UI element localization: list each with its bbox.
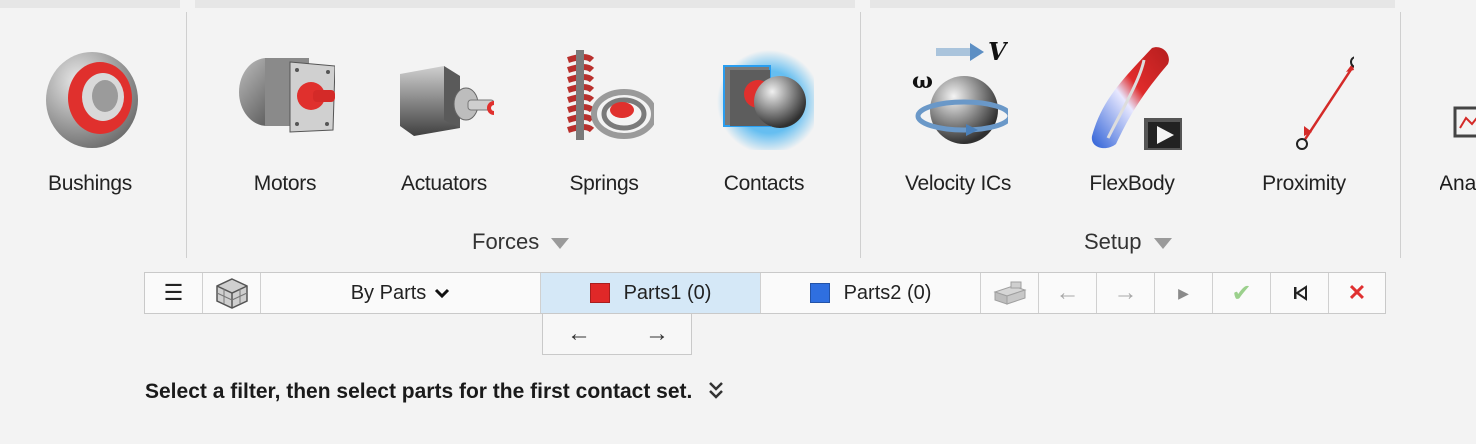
setup-group-text: Setup — [1084, 229, 1142, 254]
ribbon-top-frame — [0, 0, 180, 8]
cube-icon — [215, 278, 248, 309]
status-message: Select a filter, then select parts for t… — [145, 380, 724, 404]
next-button[interactable]: → — [1097, 273, 1155, 313]
proximity-label: Proximity — [1262, 172, 1346, 195]
play-button[interactable]: ▶ — [1155, 273, 1213, 313]
ribbon: Bushings Motors Actuators Springs Contac… — [0, 0, 1476, 262]
ribbon-top-frame — [870, 0, 1395, 8]
group-separator — [1400, 12, 1401, 258]
filter-dropdown-label: By Parts — [350, 281, 427, 304]
contacts-label: Contacts — [723, 172, 805, 195]
expand-triangle-icon — [1153, 237, 1172, 249]
first-step-button[interactable] — [1271, 273, 1329, 313]
motors-label: Motors — [253, 172, 317, 195]
back-button[interactable]: ← — [1039, 273, 1097, 313]
filter-dropdown[interactable]: By Parts — [261, 273, 541, 313]
forces-group-text: Forces — [472, 229, 540, 254]
contacts-icon — [717, 50, 814, 150]
parts2-label: Parts2 (0) — [843, 281, 932, 304]
contact-options-icon — [992, 281, 1027, 305]
back-arrow-icon: ← — [1055, 279, 1080, 306]
flexbody-tool[interactable]: FlexBody — [1057, 36, 1207, 206]
proximity-tool[interactable]: Proximity — [1229, 36, 1379, 206]
actuators-tool[interactable]: Actuators — [369, 36, 519, 206]
parts2-collector[interactable]: Parts2 (0) — [761, 273, 981, 313]
proximity-icon — [1296, 56, 1354, 150]
chevron-down-icon — [435, 288, 450, 299]
expand-message-icon[interactable] — [702, 381, 724, 403]
expand-triangle-icon — [551, 237, 570, 249]
motors-tool[interactable]: Motors — [210, 36, 360, 206]
flexbody-label: FlexBody — [1089, 172, 1175, 195]
menu-icon: ☰ — [163, 280, 184, 305]
contacts-tool[interactable]: Contacts — [689, 36, 839, 206]
setup-group-label[interactable]: Setup — [1084, 229, 1172, 255]
parts-navigation-panel: ← → — [542, 313, 692, 355]
flexbody-icon — [1091, 47, 1182, 150]
analysis-label: Ana — [1440, 172, 1476, 195]
bushings-label: Bushings — [48, 172, 132, 195]
status-text: Select a filter, then select parts for t… — [145, 380, 693, 403]
double-chevron-down-icon — [709, 382, 723, 399]
checkmark-icon: ✔ — [1231, 279, 1252, 307]
close-button[interactable]: ✕ — [1329, 273, 1385, 313]
parts1-color-swatch — [589, 283, 610, 303]
bushings-tool[interactable]: Bushings — [15, 36, 165, 206]
forces-group-label[interactable]: Forces — [472, 229, 570, 255]
actuators-label: Actuators — [400, 172, 487, 195]
group-separator — [186, 12, 187, 258]
parts1-collector[interactable]: Parts1 (0) — [541, 273, 761, 313]
springs-tool[interactable]: Springs — [529, 36, 679, 206]
skip-to-first-icon — [1293, 285, 1307, 301]
omega-symbol: ω — [912, 68, 933, 94]
group-separator — [860, 12, 861, 258]
contact-guide-bar: ☰ By Parts Parts1 (0) Parts2 (0) ← → ▶ ✔… — [144, 272, 1386, 314]
parts2-color-swatch — [809, 283, 830, 303]
motor-icon — [239, 58, 335, 133]
previous-part-button[interactable]: ← — [549, 320, 609, 348]
next-part-button[interactable]: → — [627, 320, 687, 348]
next-arrow-icon: → — [1113, 279, 1138, 306]
analysis-icon — [1453, 106, 1476, 138]
bushing-icon — [46, 52, 138, 148]
velocity-ics-label: Velocity ICs — [904, 172, 1012, 195]
play-icon: ▶ — [1178, 284, 1189, 301]
velocity-ic-icon: ω V — [912, 40, 1008, 144]
menu-button[interactable]: ☰ — [145, 273, 203, 313]
springs-label: Springs — [569, 172, 639, 195]
actuator-icon — [400, 66, 494, 136]
analysis-tool[interactable]: Ana — [1440, 36, 1476, 206]
velocity-ics-tool[interactable]: ω V Velocity ICs — [883, 36, 1033, 206]
left-arrow-icon: ← — [567, 320, 591, 347]
v-symbol: V — [988, 40, 1008, 66]
parts1-label: Parts1 (0) — [623, 281, 712, 304]
springs-icon — [567, 50, 654, 140]
ribbon-top-frame — [195, 0, 855, 8]
right-arrow-icon: → — [645, 320, 669, 347]
selection-filter-button[interactable] — [203, 273, 261, 313]
apply-button[interactable]: ✔ — [1213, 273, 1271, 313]
contact-options-button[interactable] — [981, 273, 1039, 313]
close-icon: ✕ — [1347, 280, 1367, 305]
